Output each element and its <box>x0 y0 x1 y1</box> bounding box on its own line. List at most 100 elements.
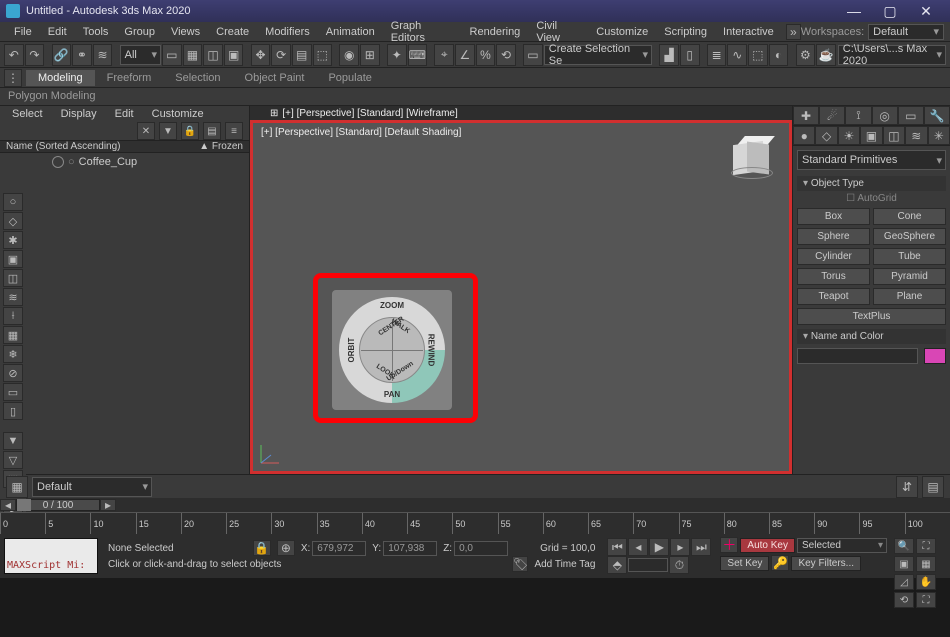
y-coord-field[interactable]: 107,938 <box>383 541 437 556</box>
redo-button[interactable]: ↷ <box>25 44 45 66</box>
filter-cross-icon[interactable]: ✕ <box>137 122 155 140</box>
object-name-field[interactable] <box>797 348 918 364</box>
zoom-extents-icon[interactable]: ▣ <box>894 556 914 572</box>
lock-selection-icon[interactable]: 🔒 <box>253 540 271 556</box>
add-time-tag[interactable]: Add Time Tag <box>534 559 595 570</box>
menu-scripting[interactable]: Scripting <box>656 24 715 40</box>
menu-interactive[interactable]: Interactive <box>715 24 782 40</box>
filter-all-icon[interactable]: ▼ <box>3 432 23 450</box>
filter-none-icon[interactable]: ▽ <box>3 451 23 469</box>
keymode-button[interactable]: ⌨ <box>408 44 428 66</box>
setkey-button[interactable]: Set Key <box>720 556 769 571</box>
ribbon-tab-modeling[interactable]: Modeling <box>26 70 95 86</box>
pyramid-button[interactable]: Pyramid <box>873 268 946 285</box>
display-tab-icon[interactable]: ▭ <box>898 106 924 125</box>
ribbon-tab-selection[interactable]: Selection <box>163 70 232 86</box>
viewport-label[interactable]: [+] [Perspective] [Standard] [Default Sh… <box>261 127 461 138</box>
select-name-button[interactable]: ▦ <box>183 44 203 66</box>
plane-button[interactable]: Plane <box>873 288 946 305</box>
goto-start-button[interactable]: ⏮ <box>607 538 627 556</box>
filter-menu-icon[interactable]: ≡ <box>225 122 243 140</box>
named-selset-button[interactable]: ▭ <box>523 44 543 66</box>
menu-file[interactable]: File <box>6 24 40 40</box>
filter-hidden-icon[interactable]: ⊘ <box>3 364 23 382</box>
close-button[interactable]: ✕ <box>908 0 944 22</box>
snap-toggle-button[interactable]: ⌖ <box>434 44 454 66</box>
filter-xrefs-icon[interactable]: ▯ <box>3 402 23 420</box>
box-button[interactable]: Box <box>797 208 870 225</box>
render-button[interactable]: ☕ <box>816 44 836 66</box>
viewcube[interactable] <box>729 133 775 179</box>
scene-menu-display[interactable]: Display <box>53 106 105 122</box>
next-frame-button[interactable]: ▸ <box>670 538 690 556</box>
keyfilters-icon[interactable]: 🔑 <box>771 555 789 571</box>
scene-list-header[interactable]: Name (Sorted Ascending) ▲ Frozen <box>0 140 249 153</box>
fov-icon[interactable]: ◿ <box>894 574 914 590</box>
name-color-rollout-title[interactable]: Name and Color <box>797 329 946 344</box>
scene-menu-edit[interactable]: Edit <box>107 106 142 122</box>
window-crossing-button[interactable]: ▣ <box>224 44 244 66</box>
hierarchy-tab-icon[interactable]: ⟟ <box>845 106 871 125</box>
menu-edit[interactable]: Edit <box>40 24 75 40</box>
menu-create[interactable]: Create <box>208 24 257 40</box>
menubar-arrow-icon[interactable]: » <box>786 24 801 40</box>
modify-tab-icon[interactable]: ☄ <box>819 106 845 125</box>
placement-button[interactable]: ⬚ <box>313 44 333 66</box>
autokey-button[interactable]: Auto Key <box>740 538 795 553</box>
time-slider[interactable]: 0 / 100 <box>16 499 100 511</box>
cylinder-button[interactable]: Cylinder <box>797 248 870 265</box>
motion-tab-icon[interactable]: ◎ <box>872 106 898 125</box>
unlink-button[interactable]: ⚭ <box>72 44 92 66</box>
ribbon-panel-label[interactable]: Polygon Modeling <box>8 90 95 102</box>
sphere-button[interactable]: Sphere <box>797 228 870 245</box>
menu-tools[interactable]: Tools <box>75 24 117 40</box>
ribbon-handle-icon[interactable]: ⋮ <box>4 69 22 87</box>
vp-layout-icon[interactable]: ▦ <box>6 476 28 498</box>
cameras-subtab-icon[interactable]: ▣ <box>860 126 882 145</box>
play-button[interactable]: ▶ <box>649 538 669 556</box>
manipulate-button[interactable]: ✦ <box>387 44 407 66</box>
menu-grapheditors[interactable]: Graph Editors <box>383 18 462 46</box>
menu-rendering[interactable]: Rendering <box>462 24 529 40</box>
object-type-rollout-title[interactable]: Object Type <box>797 176 946 191</box>
pan-icon[interactable]: ✋ <box>916 574 936 590</box>
set-key-big-button[interactable]: ＋ <box>720 537 738 553</box>
scene-menu-customize[interactable]: Customize <box>144 106 212 122</box>
filter-lights-icon[interactable]: ✱ <box>3 231 23 249</box>
maximize-vp-icon[interactable]: ⛶ <box>916 592 936 608</box>
filter-lock-icon[interactable]: 🔒 <box>181 122 199 140</box>
zoom-all-icon[interactable]: ⛶ <box>916 538 936 554</box>
menu-civilview[interactable]: Civil View <box>528 18 588 46</box>
align-button[interactable]: ▯ <box>680 44 700 66</box>
filter-shapes-icon[interactable]: ◇ <box>3 212 23 230</box>
render-setup-button[interactable]: ⚙ <box>796 44 816 66</box>
filter-cameras-icon[interactable]: ▣ <box>3 250 23 268</box>
autogrid-checkbox[interactable]: ☐ AutoGrid <box>793 191 950 206</box>
visibility-eye-icon[interactable] <box>52 156 64 168</box>
timeline-ruler[interactable]: 0510152025303540455055606570758085909510… <box>0 512 950 534</box>
select-region-button[interactable]: ◫ <box>203 44 223 66</box>
pivot-button[interactable]: ⊞ <box>360 44 380 66</box>
ribbon-tab-freeform[interactable]: Freeform <box>95 70 164 86</box>
curve-editor-button[interactable]: ∿ <box>727 44 747 66</box>
select-button[interactable]: ▭ <box>162 44 182 66</box>
goto-end-button[interactable]: ⏭ <box>691 538 711 556</box>
spacewarps-subtab-icon[interactable]: ≋ <box>905 126 927 145</box>
teapot-button[interactable]: Teapot <box>797 288 870 305</box>
selection-filter-dropdown[interactable]: All <box>120 45 161 65</box>
maxscript-listener[interactable]: MAXScript Mi: <box>4 538 98 574</box>
geometry-subtab-icon[interactable]: ● <box>793 126 815 145</box>
filter-funnel-icon[interactable]: ▼ <box>159 122 177 140</box>
helpers-subtab-icon[interactable]: ◫ <box>883 126 905 145</box>
tube-button[interactable]: Tube <box>873 248 946 265</box>
menu-customize[interactable]: Customize <box>588 24 656 40</box>
filter-geometry-icon[interactable]: ○ <box>3 193 23 211</box>
scene-menu-select[interactable]: Select <box>4 106 51 122</box>
cone-button[interactable]: Cone <box>873 208 946 225</box>
scene-tree-item[interactable]: ○ Coffee_Cup <box>32 155 243 169</box>
filter-helpers-icon[interactable]: ◫ <box>3 269 23 287</box>
timetag-icon[interactable]: 🏷 <box>512 556 528 572</box>
utilities-tab-icon[interactable]: 🔧 <box>924 106 950 125</box>
menu-views[interactable]: Views <box>163 24 208 40</box>
time-prev-button[interactable]: ◂ <box>0 499 16 511</box>
